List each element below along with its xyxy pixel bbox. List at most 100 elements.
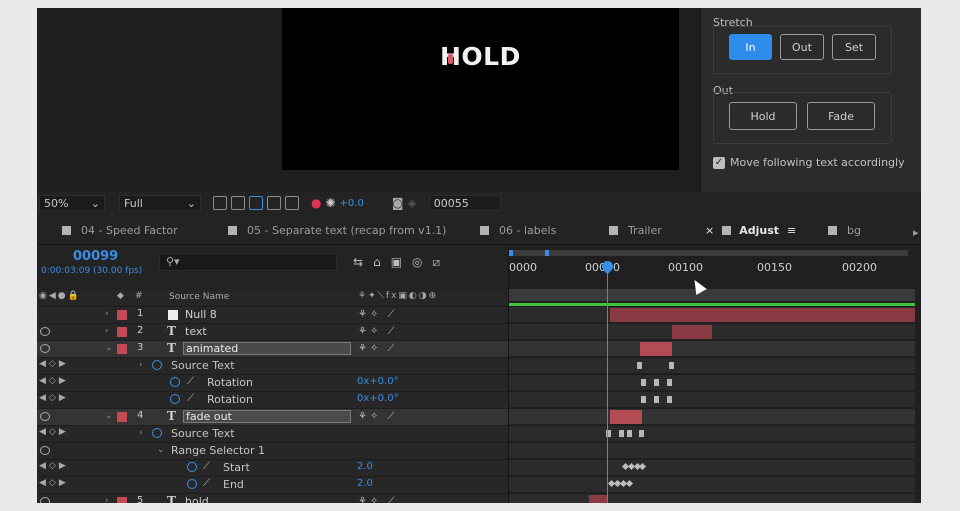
- layer-row-null8[interactable]: › 1 Null 8 ⚘✧ ⟋: [37, 306, 508, 323]
- time-navigator[interactable]: [509, 250, 908, 256]
- navigator-end-handle[interactable]: [545, 250, 549, 256]
- layer-bar[interactable]: [640, 342, 672, 356]
- tab-bg[interactable]: bg: [828, 224, 861, 237]
- graph-icon[interactable]: ⟋: [203, 478, 210, 489]
- keyframe[interactable]: [641, 379, 646, 386]
- tab-overflow-icon[interactable]: ▸: [913, 226, 919, 239]
- fade-button[interactable]: Fade: [807, 102, 875, 130]
- close-icon[interactable]: ×: [705, 224, 714, 237]
- menu-icon[interactable]: ≡: [787, 224, 796, 237]
- hold-keyframe[interactable]: [627, 430, 632, 437]
- stretch-in-button[interactable]: In: [729, 34, 772, 60]
- keyframe[interactable]: [638, 462, 647, 471]
- stretch-out-button[interactable]: Out: [780, 34, 824, 60]
- track-text[interactable]: [509, 323, 915, 339]
- eye-icon[interactable]: [40, 344, 50, 353]
- property-row-rotation[interactable]: ◀◇▶ ⟋ Rotation 0x+0.0°: [37, 374, 508, 391]
- chevron-down-icon[interactable]: ⌄: [105, 411, 113, 421]
- keyframe[interactable]: [654, 379, 659, 386]
- layer-switches[interactable]: ⚘✧ ⟋: [358, 309, 398, 320]
- camera-icon[interactable]: ◙: [392, 196, 404, 210]
- layer-row-text[interactable]: › 2 T text ⚘✧ ⟋: [37, 323, 508, 340]
- keyframe-navigator-icon[interactable]: ◀◇▶: [39, 461, 69, 471]
- eye-icon[interactable]: [40, 497, 50, 503]
- tab-speed-factor[interactable]: 04 - Speed Factor: [62, 224, 178, 237]
- eye-icon[interactable]: [40, 412, 50, 421]
- move-following-checkbox[interactable]: ✓ Move following text accordingly: [713, 156, 905, 169]
- resolution-dropdown[interactable]: Full ⌄: [119, 195, 201, 211]
- layer-name[interactable]: hold: [185, 495, 209, 503]
- stopwatch-icon[interactable]: [187, 479, 197, 489]
- keyframe-navigator-icon[interactable]: ◀◇▶: [39, 376, 69, 386]
- hide-shy-icon[interactable]: ▣: [391, 255, 412, 269]
- mask-path-icon[interactable]: [249, 196, 263, 210]
- graph-icon[interactable]: ⟋: [203, 461, 210, 472]
- layer-search-input[interactable]: ⚲▾: [159, 253, 337, 271]
- layer-label-swatch[interactable]: [117, 344, 127, 354]
- chevron-right-icon[interactable]: ›: [139, 428, 143, 438]
- track-end[interactable]: [509, 476, 915, 492]
- stopwatch-icon[interactable]: [170, 394, 180, 404]
- layer-label-swatch[interactable]: [117, 327, 127, 337]
- track-source-text[interactable]: [509, 357, 915, 373]
- motion-blur-icon[interactable]: ◎: [412, 255, 432, 269]
- keyframe[interactable]: [667, 379, 672, 386]
- chevron-down-icon[interactable]: ⌄: [157, 445, 165, 455]
- property-value[interactable]: 0x+0.0°: [357, 393, 399, 404]
- checkbox-checked-icon[interactable]: ✓: [713, 156, 725, 169]
- eye-icon[interactable]: [40, 446, 50, 455]
- track-source-text[interactable]: [509, 425, 915, 441]
- chevron-down-icon[interactable]: ⌄: [105, 343, 113, 353]
- current-time-field[interactable]: 00055: [428, 195, 501, 211]
- track-rotation[interactable]: [509, 391, 915, 407]
- track-fade-out[interactable]: [509, 408, 915, 424]
- layer-row-hold[interactable]: › 5 T hold ⚘✧ ⟋: [37, 493, 508, 503]
- hold-keyframe[interactable]: [639, 430, 644, 437]
- chevron-right-icon[interactable]: ›: [105, 309, 109, 319]
- track-rotation[interactable]: [509, 374, 915, 390]
- guides-icon[interactable]: [285, 196, 299, 210]
- hold-keyframe[interactable]: [619, 430, 624, 437]
- draft-3d-icon[interactable]: ⌂: [373, 255, 391, 269]
- keyframe-navigator-icon[interactable]: ◀◇▶: [39, 359, 69, 369]
- property-row-range-selector[interactable]: ⌄ Range Selector 1: [37, 442, 508, 459]
- property-row-source-text[interactable]: ◀◇▶ › Source Text: [37, 425, 508, 442]
- track-null8[interactable]: [509, 306, 915, 322]
- source-name-header[interactable]: Source Name: [169, 292, 229, 302]
- hold-button[interactable]: Hold: [729, 102, 797, 130]
- stopwatch-icon[interactable]: [152, 428, 162, 438]
- tab-separate-text[interactable]: 05 - Separate text (recap from v1.1): [228, 224, 446, 237]
- eye-icon[interactable]: [40, 327, 50, 336]
- navigator-start-handle[interactable]: [509, 250, 513, 256]
- color-management-icon[interactable]: ✺: [325, 196, 335, 210]
- graph-icon[interactable]: ⟋: [187, 376, 194, 387]
- hold-keyframe[interactable]: [669, 362, 674, 369]
- layer-name[interactable]: text: [185, 325, 207, 338]
- tab-trailer[interactable]: Trailer: [609, 224, 662, 237]
- color-channels-icon[interactable]: ●: [311, 196, 321, 210]
- layer-bar[interactable]: [672, 325, 712, 339]
- property-row-rotation[interactable]: ◀◇▶ ⟋ Rotation 0x+0.0°: [37, 391, 508, 408]
- property-value[interactable]: 2.0: [357, 478, 373, 489]
- layer-bar[interactable]: [589, 495, 607, 503]
- keyframe[interactable]: [667, 396, 672, 403]
- tab-adjust[interactable]: × Adjust ≡: [705, 224, 796, 237]
- playhead-line[interactable]: [607, 265, 608, 503]
- layer-switches[interactable]: ⚘✧ ⟋: [358, 326, 398, 337]
- layer-row-animated[interactable]: ⌄ 3 T animated ⚘✧ ⟋: [37, 340, 508, 357]
- graph-editor-icon[interactable]: ⧄: [433, 255, 451, 269]
- stopwatch-icon[interactable]: [152, 360, 162, 370]
- property-row-end[interactable]: ◀◇▶ ⟋ End 2.0: [37, 476, 508, 493]
- tab-labels[interactable]: 06 - labels: [480, 224, 556, 237]
- keyframe[interactable]: [641, 396, 646, 403]
- time-ruler[interactable]: 0000 00050 00100 00150 00200: [509, 261, 921, 283]
- graph-icon[interactable]: ⟋: [187, 393, 194, 404]
- chevron-right-icon[interactable]: ›: [139, 360, 143, 370]
- layer-label-swatch[interactable]: [117, 310, 127, 320]
- layer-bar[interactable]: [610, 410, 642, 424]
- keyframe-navigator-icon[interactable]: ◀◇▶: [39, 427, 69, 437]
- fast-preview-icon[interactable]: [213, 196, 227, 210]
- chevron-right-icon[interactable]: ›: [105, 496, 109, 503]
- stopwatch-icon[interactable]: [170, 377, 180, 387]
- layer-switches[interactable]: ⚘✧ ⟋: [358, 411, 398, 422]
